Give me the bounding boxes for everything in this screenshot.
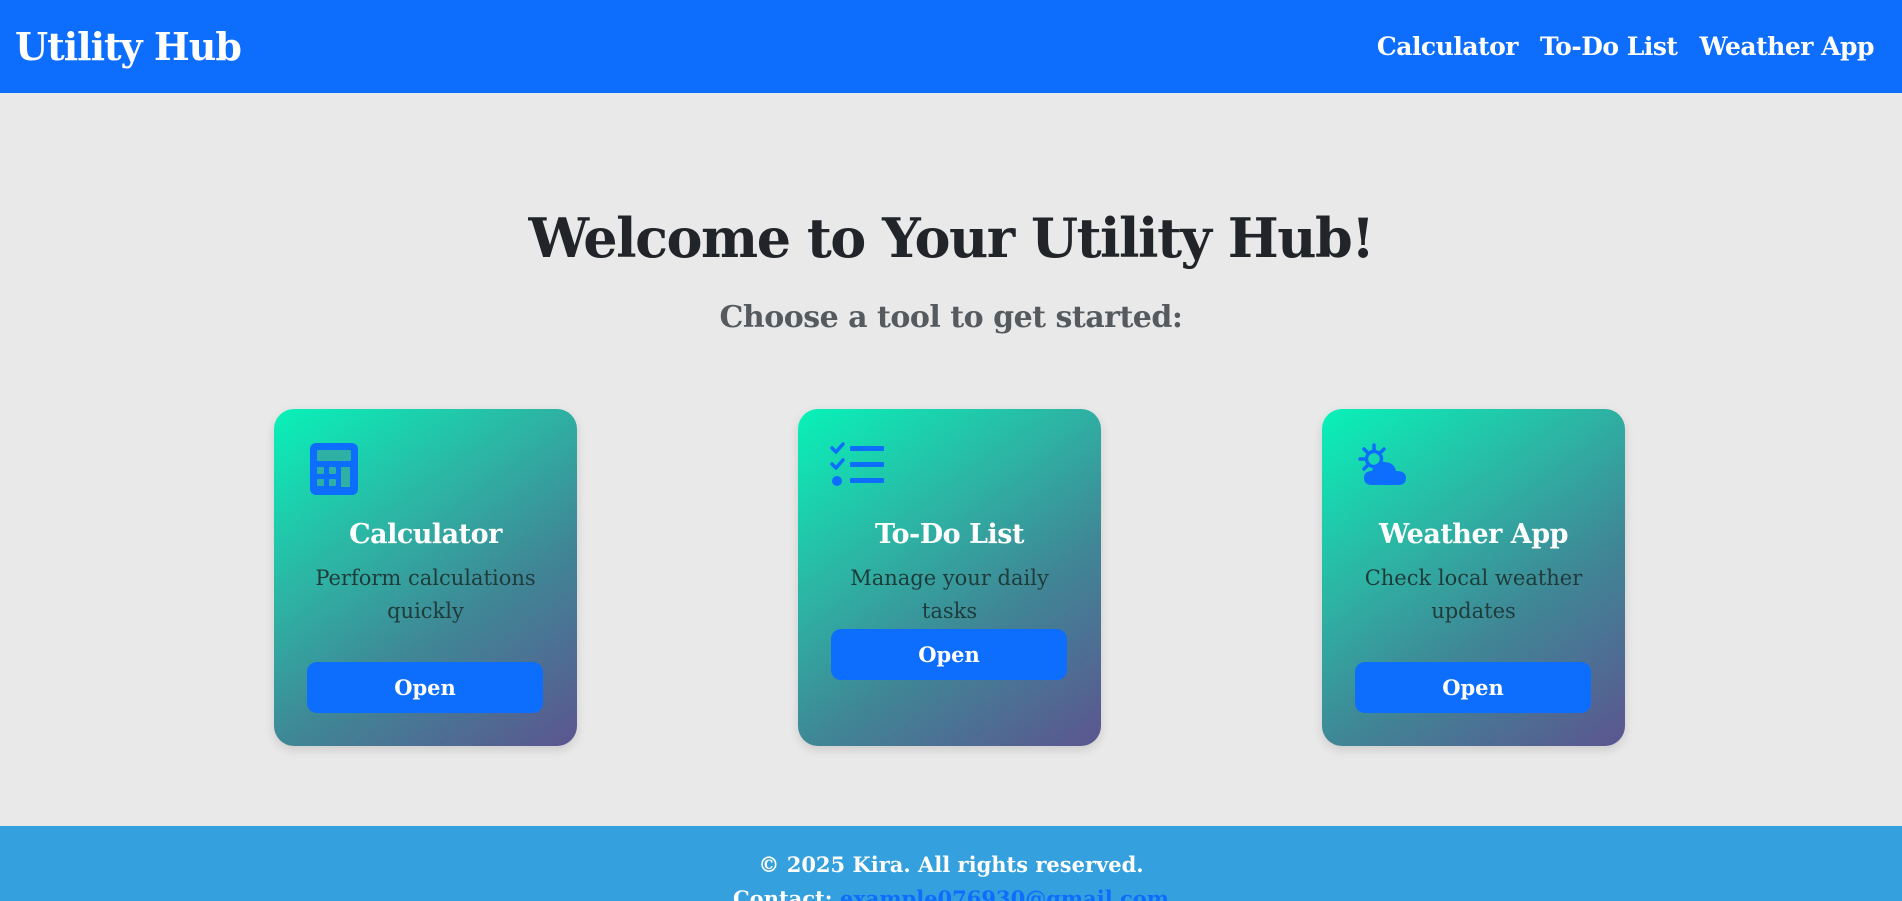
tool-card-calculator: Calculator Perform calculations quickly … [274, 409, 577, 746]
nav-link-todo[interactable]: To-Do List [1540, 32, 1678, 61]
navbar: Utility Hub Calculator To-Do List Weathe… [0, 0, 1902, 93]
cloud-sun-icon [1354, 441, 1412, 497]
card-description: Perform calculations quickly [315, 566, 536, 623]
contact-email-link[interactable]: example076930@gmail.com [840, 886, 1169, 901]
tool-card-todo: To-Do List Manage your daily tasks Open [798, 409, 1101, 746]
card-title: Calculator [349, 519, 502, 550]
nav-link-calculator[interactable]: Calculator [1377, 32, 1519, 61]
page-subtitle: Choose a tool to get started: [719, 300, 1183, 335]
card-title: Weather App [1379, 519, 1568, 550]
footer: © 2025 Kira. All rights reserved. Contac… [0, 826, 1902, 901]
contact-label: Contact: [732, 886, 833, 901]
tool-card-weather: Weather App Check local weather updates … [1322, 409, 1625, 746]
checklist-icon [830, 441, 886, 497]
calculator-icon [308, 441, 360, 497]
open-todo-button[interactable]: Open [831, 629, 1067, 680]
card-title: To-Do List [875, 519, 1024, 550]
open-weather-button[interactable]: Open [1355, 662, 1591, 713]
card-description: Check local weather updates [1364, 566, 1583, 623]
page-title: Welcome to Your Utility Hub! [528, 206, 1375, 270]
nav-links: Calculator To-Do List Weather App [1377, 32, 1875, 61]
footer-contact: Contact: example076930@gmail.com [0, 885, 1902, 901]
card-description: Manage your daily tasks [850, 566, 1049, 623]
footer-copyright: © 2025 Kira. All rights reserved. [758, 852, 1144, 877]
open-calculator-button[interactable]: Open [307, 662, 543, 713]
brand-logo[interactable]: Utility Hub [15, 24, 242, 69]
nav-link-weather[interactable]: Weather App [1699, 32, 1874, 61]
